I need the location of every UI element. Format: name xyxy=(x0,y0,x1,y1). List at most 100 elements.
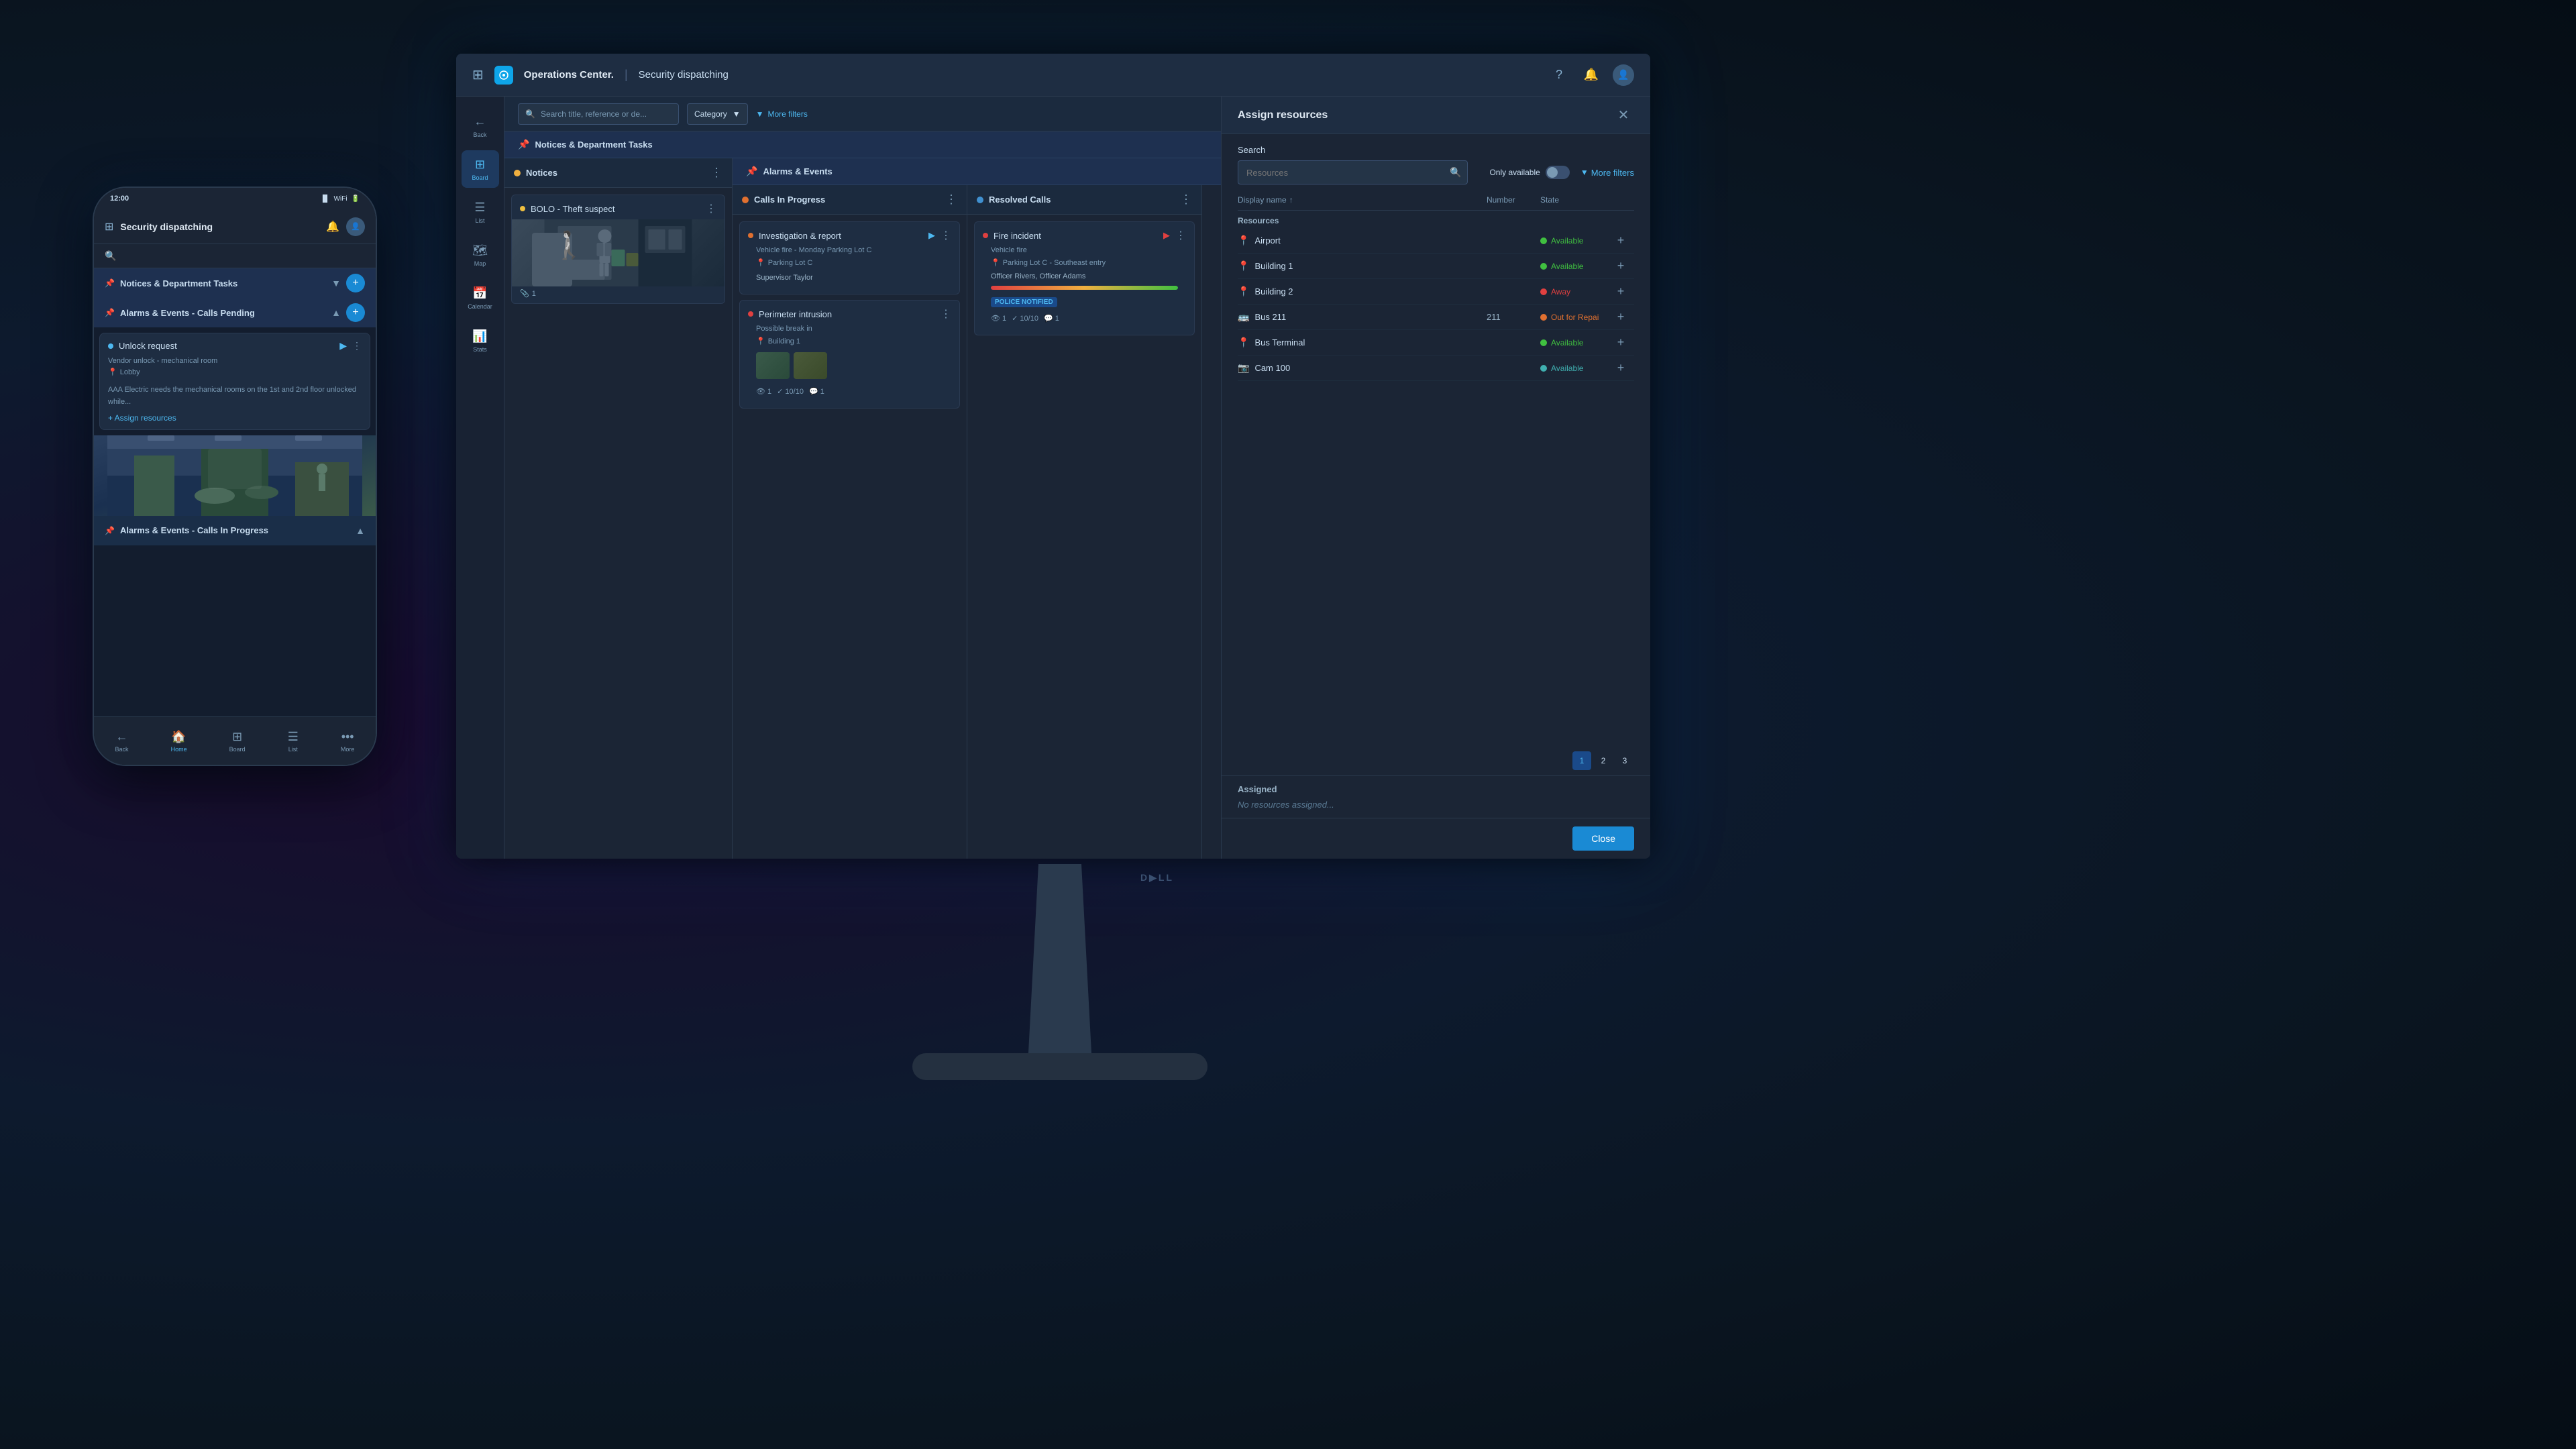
camera-thumb-1 xyxy=(756,352,790,379)
resource-row-busterminal[interactable]: 📍 Bus Terminal Available + xyxy=(1238,330,1634,356)
investigation-menu-icon[interactable]: ⋮ xyxy=(941,229,951,242)
phone-notices-expand-icon[interactable]: ▼ xyxy=(331,278,341,288)
only-available-row: Only available xyxy=(1479,166,1569,179)
investigation-play-icon[interactable]: ▶ xyxy=(928,230,935,241)
bolo-card[interactable]: BOLO - Theft suspect ⋮ xyxy=(511,195,725,304)
phone-user-avatar[interactable]: 👤 xyxy=(346,217,365,236)
phone-nav-more[interactable]: ••• More xyxy=(341,730,355,753)
sidebar-item-list[interactable]: ☰ List xyxy=(462,193,499,231)
sidebar-item-board[interactable]: ⊞ Board xyxy=(462,150,499,188)
camera-thumb-2 xyxy=(794,352,827,379)
state-col-header: State xyxy=(1540,195,1607,205)
cam100-add-button[interactable]: + xyxy=(1607,361,1634,375)
investigation-subtitle: Vehicle fire - Monday Parking Lot C xyxy=(748,246,951,256)
page-2-button[interactable]: 2 xyxy=(1594,751,1613,770)
building2-add-button[interactable]: + xyxy=(1607,284,1634,299)
fire-location-icon: 📍 xyxy=(991,258,1000,267)
bus211-icon: 🚌 xyxy=(1238,311,1249,323)
phone-unlock-play-icon[interactable]: ▶ xyxy=(339,340,347,352)
sidebar-item-map[interactable]: 🗺 Map xyxy=(462,236,499,274)
page-3-button[interactable]: 3 xyxy=(1615,751,1634,770)
notification-bell-icon[interactable]: 🔔 xyxy=(1580,64,1602,86)
phone-notices-section[interactable]: 📌 Notices & Department Tasks ▼ + xyxy=(94,268,376,298)
phone-signal-icon: ▐▌ xyxy=(320,195,329,203)
phone-back-label: Back xyxy=(115,746,129,753)
fire-incident-card[interactable]: Fire incident ▶ ⋮ Vehicle fire 📍 Pa xyxy=(974,221,1195,335)
phone-alarms-expand-icon[interactable]: ▲ xyxy=(331,307,341,318)
fire-footer: 👁 1 ✓ 10/10 💬 1 xyxy=(983,313,1186,328)
phone-unlock-card[interactable]: Unlock request ▶ ⋮ Vendor unlock - mecha… xyxy=(99,333,370,430)
investigation-card[interactable]: Investigation & report ▶ ⋮ Vehicle fire … xyxy=(739,221,960,294)
calls-menu-icon[interactable]: ⋮ xyxy=(945,193,957,207)
notices-column-body: BOLO - Theft suspect ⋮ xyxy=(504,188,732,859)
resource-row-building2[interactable]: 📍 Building 2 Away + xyxy=(1238,279,1634,305)
page-1-button[interactable]: 1 xyxy=(1572,751,1591,770)
assign-more-filters-button[interactable]: ▼ More filters xyxy=(1580,168,1634,178)
category-dropdown[interactable]: Category ▼ xyxy=(687,103,748,125)
airport-state: Available xyxy=(1540,236,1607,246)
phone-nav-back[interactable]: ← Back xyxy=(115,730,129,753)
number-col-header: Number xyxy=(1487,195,1540,205)
perimeter-subtitle: Possible break in xyxy=(748,325,951,334)
resource-row-bus211[interactable]: 🚌 Bus 211 211 Out for Repai + xyxy=(1238,305,1634,330)
phone-unlock-menu-icon[interactable]: ⋮ xyxy=(352,340,362,352)
more-filters-button[interactable]: ▼ More filters xyxy=(756,103,808,125)
fire-menu-icon[interactable]: ⋮ xyxy=(1175,229,1186,242)
resolved-menu-icon[interactable]: ⋮ xyxy=(1180,193,1192,207)
bolo-menu-icon[interactable]: ⋮ xyxy=(706,202,716,215)
phone-alarms-add-button[interactable]: + xyxy=(346,303,365,322)
phone-unlock-location-icon: 📍 xyxy=(108,368,117,376)
phone-alarms-in-progress-expand-icon[interactable]: ▲ xyxy=(356,525,365,536)
phone-grid-icon[interactable]: ⊞ xyxy=(105,220,113,233)
sidebar-item-back[interactable]: ← Back xyxy=(462,107,499,145)
phone-alarms-title: Alarms & Events - Calls Pending xyxy=(120,308,326,318)
phone-nav-board[interactable]: ⊞ Board xyxy=(229,730,246,753)
building2-name: 📍 Building 2 xyxy=(1238,286,1487,297)
fire-play-icon[interactable]: ▶ xyxy=(1163,230,1170,241)
sidebar-calendar-label: Calendar xyxy=(468,303,492,310)
perimeter-views: 👁 1 xyxy=(756,387,771,396)
resources-table-header: Display name ↑ Number State xyxy=(1238,190,1634,211)
sidebar-board-label: Board xyxy=(472,174,488,181)
sidebar-back-label: Back xyxy=(473,131,486,138)
bus211-state-dot xyxy=(1540,314,1547,321)
bus211-add-button[interactable]: + xyxy=(1607,310,1634,324)
notices-menu-icon[interactable]: ⋮ xyxy=(710,166,722,180)
section-title: Notices & Department Tasks xyxy=(535,140,652,150)
phone-wifi-icon: WiFi xyxy=(334,195,347,203)
perimeter-priority-dot xyxy=(748,311,753,317)
building1-add-button[interactable]: + xyxy=(1607,259,1634,273)
phone-content: 📌 Notices & Department Tasks ▼ + 📌 Alarm… xyxy=(94,268,376,716)
building1-name: 📍 Building 1 xyxy=(1238,260,1487,272)
phone-alarms-in-progress-section[interactable]: 📌 Alarms & Events - Calls In Progress ▲ xyxy=(94,516,376,545)
resource-row-cam100[interactable]: 📷 Cam 100 Available + xyxy=(1238,356,1634,381)
busterminal-add-button[interactable]: + xyxy=(1607,335,1634,350)
resource-row-airport[interactable]: 📍 Airport Available + xyxy=(1238,228,1634,254)
close-button[interactable]: Close xyxy=(1572,826,1634,851)
busterminal-location-icon: 📍 xyxy=(1238,337,1249,348)
sidebar-item-calendar[interactable]: 📅 Calendar xyxy=(462,279,499,317)
only-available-label: Only available xyxy=(1489,168,1540,177)
phone-bell-icon[interactable]: 🔔 xyxy=(326,220,339,233)
only-available-toggle[interactable] xyxy=(1546,166,1570,179)
airport-add-button[interactable]: + xyxy=(1607,233,1634,248)
calls-dot xyxy=(742,197,749,203)
user-avatar[interactable]: 👤 xyxy=(1613,64,1634,86)
assign-close-button[interactable]: ✕ xyxy=(1613,105,1634,126)
phone-alarms-section[interactable]: 📌 Alarms & Events - Calls Pending ▲ + xyxy=(94,298,376,327)
sidebar-item-stats[interactable]: 📊 Stats xyxy=(462,322,499,360)
search-input[interactable]: 🔍 Search title, reference or de... xyxy=(518,103,679,125)
assign-search-input[interactable] xyxy=(1238,160,1468,184)
perimeter-card[interactable]: Perimeter intrusion ⋮ Possible break in … xyxy=(739,300,960,409)
phone-search-icon[interactable]: 🔍 xyxy=(105,250,116,262)
phone-assign-resources-button[interactable]: + Assign resources xyxy=(108,413,362,423)
resource-row-building1[interactable]: 📍 Building 1 Available + xyxy=(1238,254,1634,279)
phone-unlock-dot xyxy=(108,343,113,349)
phone-nav-list[interactable]: ☰ List xyxy=(288,730,299,753)
phone-nav-home[interactable]: 🏠 Home xyxy=(171,730,187,753)
perimeter-location-icon: 📍 xyxy=(756,337,765,345)
perimeter-menu-icon[interactable]: ⋮ xyxy=(941,307,951,321)
phone-notices-add-button[interactable]: + xyxy=(346,274,365,292)
help-icon[interactable]: ? xyxy=(1548,64,1570,86)
apps-icon[interactable]: ⊞ xyxy=(472,66,484,83)
